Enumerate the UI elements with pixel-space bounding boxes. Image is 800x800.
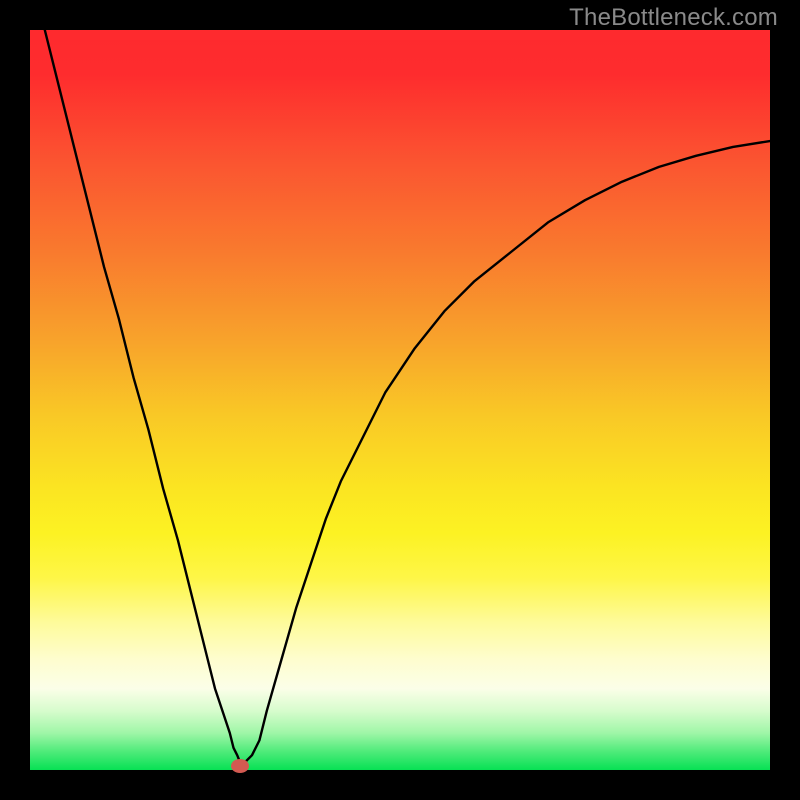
- chart-frame: TheBottleneck.com: [0, 0, 800, 800]
- watermark-text: TheBottleneck.com: [569, 4, 778, 32]
- bottleneck-curve: [30, 30, 770, 763]
- plot-area: [30, 30, 770, 770]
- curve-svg: [30, 30, 770, 770]
- optimal-point-marker: [231, 759, 249, 773]
